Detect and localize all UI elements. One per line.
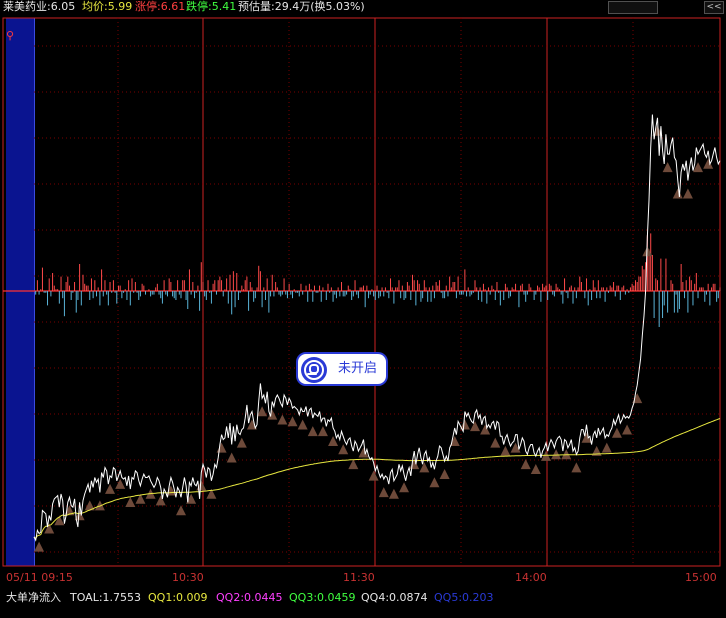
signal-triangle <box>348 459 359 470</box>
price-line <box>33 114 721 542</box>
indicator-qq2: QQ2:0.0445 <box>216 591 283 604</box>
signal-triangle <box>419 462 430 473</box>
indicator-qq3: QQ3:0.0459 <box>289 591 356 604</box>
signal-triangle <box>490 437 501 448</box>
signal-triangle <box>378 487 389 498</box>
signal-triangle <box>297 419 308 430</box>
signal-triangle <box>307 426 318 437</box>
signal-triangle <box>439 469 450 479</box>
indicator-qq1: QQ1:0.009 <box>148 591 208 604</box>
status-badge-label: 未开启 <box>338 361 378 376</box>
signal-triangle <box>571 462 582 473</box>
intraday-chart <box>2 17 721 567</box>
x-tick-label-1500: 15:00 <box>685 571 717 584</box>
x-tick-label-1030: 10:30 <box>172 571 204 584</box>
signal-triangle <box>429 477 440 488</box>
signal-triangle <box>176 505 186 516</box>
x-tick-label-1400: 14:00 <box>515 571 547 584</box>
signal-triangle <box>500 445 511 456</box>
signal-triangle <box>94 500 105 511</box>
chart-frame <box>2 17 721 567</box>
signal-triangle <box>672 188 683 199</box>
signal-triangle <box>236 437 247 448</box>
indicator-qq4: QQ4:0.0874 <box>361 591 428 604</box>
signal-triangle <box>551 449 562 460</box>
indicator-qq5: QQ5:0.203 <box>434 591 494 604</box>
signal-triangle <box>317 426 328 437</box>
indicator-name: 大单净流入 <box>6 591 61 604</box>
signal-triangle <box>682 188 693 199</box>
signal-triangle <box>520 459 531 470</box>
signal-triangle <box>601 442 612 453</box>
chart-grid <box>2 17 721 567</box>
signal-triangle <box>622 424 633 435</box>
signal-triangle <box>368 470 379 481</box>
signal-triangle <box>388 488 399 499</box>
signal-triangle <box>125 497 136 508</box>
indicator-total: TOAL:1.7553 <box>70 591 142 604</box>
signal-triangle <box>216 442 227 453</box>
signal-triangle <box>226 452 237 463</box>
x-tick-label-1130: 11:30 <box>343 571 375 584</box>
status-badge[interactable]: 未开启 <box>296 352 388 386</box>
fund-flow-bars <box>35 233 721 327</box>
user-avatar-icon <box>301 357 327 383</box>
indicator-bar: 大单净流入 TOAL:1.7553 QQ1:0.009 QQ2:0.0445 Q… <box>0 590 726 606</box>
signal-triangle <box>105 483 116 494</box>
signal-triangle <box>338 444 349 455</box>
signal-triangle <box>399 482 410 493</box>
triangle-markers <box>34 125 714 552</box>
signal-triangle <box>530 464 541 475</box>
signal-triangle <box>470 421 480 432</box>
x-tick-label-start: 05/11 09:15 <box>6 571 73 584</box>
signal-triangle <box>277 414 288 425</box>
signal-triangle <box>611 427 622 438</box>
signal-triangle <box>34 541 45 552</box>
signal-triangle <box>287 416 298 427</box>
signal-triangle <box>155 495 166 506</box>
